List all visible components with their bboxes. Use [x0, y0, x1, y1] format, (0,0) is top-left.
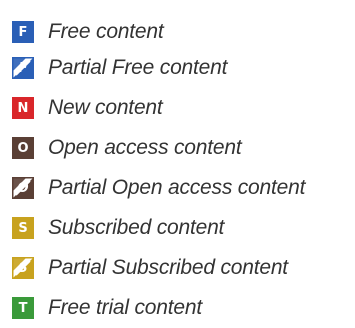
partial-open-access-content-icon-letter: O	[17, 180, 29, 196]
subscribed-content-icon: S	[12, 217, 34, 239]
legend-item-partial-open-access: O Partial Open access content	[12, 168, 305, 208]
partial-open-access-content-icon: O	[12, 177, 34, 199]
partial-subscribed-content-icon: S	[12, 257, 34, 279]
legend-item-free-trial: T Free trial content	[12, 288, 305, 328]
legend-item-partial-subscribed: S Partial Subscribed content	[12, 248, 305, 288]
legend-label-new: New content	[48, 96, 163, 119]
legend-label-partial-open-access: Partial Open access content	[48, 176, 306, 199]
new-content-icon: N	[12, 97, 34, 119]
legend-label-free-trial: Free trial content	[48, 296, 202, 319]
free-content-icon: F	[12, 21, 34, 43]
legend-label-free: Free content	[48, 20, 164, 43]
legend-label-subscribed: Subscribed content	[48, 216, 225, 239]
legend-item-partial-free: F Partial Free content	[12, 48, 305, 88]
new-content-icon-letter: N	[17, 100, 29, 116]
partial-free-content-icon: F	[12, 57, 34, 79]
free-trial-content-icon-letter: T	[18, 300, 28, 316]
free-trial-content-icon: T	[12, 297, 34, 319]
subscribed-content-icon-letter: S	[18, 220, 28, 236]
legend-label-partial-free: Partial Free content	[48, 56, 228, 79]
legend-item-new: N New content	[12, 88, 305, 128]
free-content-icon-letter: F	[18, 24, 28, 40]
partial-free-content-icon-letter: F	[18, 60, 28, 76]
content-type-legend: F Free content F Partial Free content N …	[12, 16, 305, 328]
legend-item-open-access: O Open access content	[12, 128, 305, 168]
legend-label-open-access: Open access content	[48, 136, 242, 159]
partial-subscribed-content-icon-letter: S	[18, 260, 28, 276]
open-access-content-icon: O	[12, 137, 34, 159]
open-access-content-icon-letter: O	[17, 140, 29, 156]
legend-item-free: F Free content	[12, 16, 305, 48]
legend-item-subscribed: S Subscribed content	[12, 208, 305, 248]
legend-label-partial-subscribed: Partial Subscribed content	[48, 256, 288, 279]
